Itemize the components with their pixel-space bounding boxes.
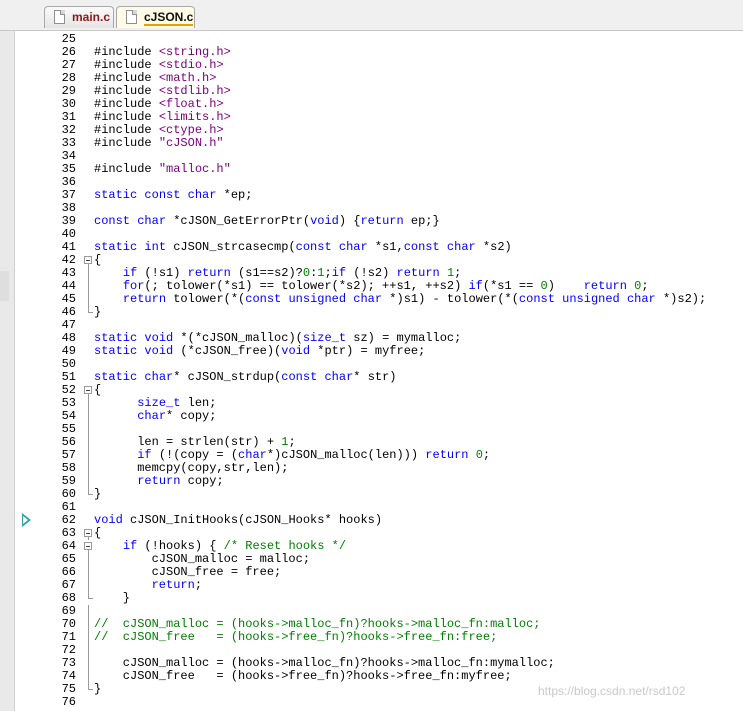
fold-guide [84, 579, 94, 592]
code-text[interactable]: static const char *ep; [94, 189, 252, 202]
code-text[interactable]: static char* cJSON_strdup(const char* st… [94, 371, 397, 384]
code-text[interactable]: static void (*cJSON_free)(void *ptr) = m… [94, 345, 425, 358]
code-line[interactable]: 71// cJSON_free = (hooks->free_fn)?hooks… [0, 631, 743, 644]
code-line[interactable]: 51 static char* cJSON_strdup(const char* … [0, 371, 743, 384]
fold-guide [84, 462, 94, 475]
tab-label: cJSON.c [144, 10, 194, 26]
tab-cjson-c[interactable]: cJSON.c [116, 6, 195, 28]
code-text[interactable]: return copy; [94, 475, 223, 488]
code-text[interactable]: } [94, 592, 130, 605]
code-line[interactable]: 45 return tolower(*(const unsigned char … [0, 293, 743, 306]
fold-guide [84, 657, 94, 670]
code-line[interactable]: 41 static int cJSON_strcasecmp(const char… [0, 241, 743, 254]
fold-guide [84, 397, 94, 410]
fold-guide [84, 670, 94, 683]
fold-guide [84, 436, 94, 449]
fold-guide [84, 553, 94, 566]
code-line[interactable]: 54 char* copy; [0, 410, 743, 423]
code-line[interactable]: 33 #include "cJSON.h" [0, 137, 743, 150]
code-line[interactable]: 60} [0, 488, 743, 501]
code-line[interactable]: 62 void cJSON_InitHooks(cJSON_Hooks* hook… [0, 514, 743, 527]
tab-main-c[interactable]: main.c [44, 6, 114, 28]
fold-collapse-icon[interactable] [84, 527, 94, 540]
tab-bar: main.c cJSON.c [0, 0, 743, 31]
code-text[interactable]: } [94, 306, 101, 319]
code-text[interactable]: } [94, 683, 101, 696]
fold-guide [84, 293, 94, 306]
fold-guide [84, 410, 94, 423]
code-line[interactable]: 35 #include "malloc.h" [0, 163, 743, 176]
code-line[interactable]: 59 return copy; [0, 475, 743, 488]
fold-guide [84, 449, 94, 462]
c-file-icon [54, 10, 65, 24]
code-text[interactable]: } [94, 488, 101, 501]
fold-guide [84, 280, 94, 293]
code-line[interactable]: 46} [0, 306, 743, 319]
code-line[interactable]: 37 static const char *ep; [0, 189, 743, 202]
fold-collapse-icon[interactable] [84, 540, 94, 553]
fold-end-guide [84, 592, 94, 605]
code-line[interactable]: 49 static void (*cJSON_free)(void *ptr) =… [0, 345, 743, 358]
code-text[interactable]: cJSON_free = (hooks->free_fn)?hooks->fre… [94, 670, 512, 683]
fold-guide [84, 644, 94, 657]
fold-guide [84, 605, 94, 618]
code-text[interactable]: void cJSON_InitHooks(cJSON_Hooks* hooks) [94, 514, 382, 527]
code-text[interactable]: char* copy; [94, 410, 216, 423]
fold-guide [84, 475, 94, 488]
tab-label: main.c [72, 10, 111, 24]
watermark: https://blog.csdn.net/rsd102 [538, 684, 686, 698]
code-text[interactable]: #include "malloc.h" [94, 163, 231, 176]
fold-end-guide [84, 306, 94, 319]
c-file-icon [126, 10, 137, 24]
code-text[interactable]: static int cJSON_strcasecmp(const char *… [94, 241, 512, 254]
line-number: 76 [61, 695, 76, 709]
fold-end-guide [84, 683, 94, 696]
code-line[interactable]: 39 const char *cJSON_GetErrorPtr(void) {r… [0, 215, 743, 228]
code-text[interactable]: #include "cJSON.h" [94, 137, 224, 150]
fold-guide [84, 618, 94, 631]
fold-collapse-icon[interactable] [84, 384, 94, 397]
fold-collapse-icon[interactable] [84, 254, 94, 267]
code-text[interactable]: // cJSON_free = (hooks->free_fn)?hooks->… [94, 631, 497, 644]
fold-guide [84, 566, 94, 579]
fold-guide [84, 631, 94, 644]
fold-guide [84, 267, 94, 280]
code-text[interactable]: const char *cJSON_GetErrorPtr(void) {ret… [94, 215, 440, 228]
fold-guide [84, 423, 94, 436]
code-line[interactable]: 68 } [0, 592, 743, 605]
code-text[interactable]: return tolower(*(const unsigned char *)s… [94, 293, 706, 306]
code-line[interactable]: 74 cJSON_free = (hooks->free_fn)?hooks->… [0, 670, 743, 683]
fold-end-guide [84, 488, 94, 501]
